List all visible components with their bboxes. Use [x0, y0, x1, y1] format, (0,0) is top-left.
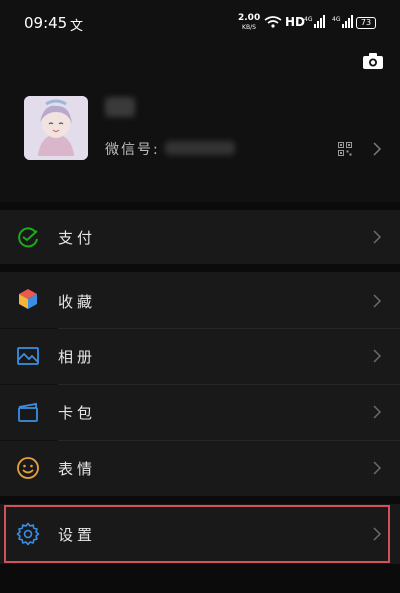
chevron-right-icon: [373, 349, 382, 363]
menu-label-favorites: 收藏: [58, 293, 97, 311]
group-divider: [0, 496, 400, 504]
wechat-id-label: 微信号:: [105, 142, 160, 158]
cards-icon: [18, 402, 38, 422]
menu-label-cards: 卡包: [58, 404, 97, 422]
group-divider: [0, 202, 400, 210]
settings-highlight-box: [4, 505, 390, 563]
nickname: [105, 97, 135, 117]
hd-badge: HD: [285, 15, 306, 29]
signal-4g-icon: 4G: [304, 15, 325, 28]
status-bar: 09:45 文 2.00 KB/S HD 4G 4G 73: [0, 0, 400, 46]
menu-item-album[interactable]: 相册: [0, 329, 400, 384]
chevron-right-icon: [373, 294, 382, 308]
status-time: 09:45: [24, 14, 68, 32]
avatar[interactable]: [24, 96, 88, 160]
svg-text:4G: 4G: [304, 16, 313, 23]
svg-text:4G: 4G: [332, 16, 341, 23]
avatar-image: [24, 96, 88, 160]
chevron-right-icon: [373, 230, 382, 244]
network-speed-value: 2.00: [238, 13, 261, 23]
network-speed-unit: KB/S: [242, 24, 256, 31]
menu-label-pay: 支付: [58, 229, 97, 247]
menu-item-pay[interactable]: 支付: [0, 210, 400, 264]
chevron-right-icon: [373, 405, 382, 419]
bottom-filler: [0, 564, 400, 593]
signal-4g-icon: 4G: [332, 15, 353, 28]
wifi-icon: [264, 16, 282, 28]
favorites-icon: [19, 289, 37, 309]
pay-icon: [18, 227, 38, 248]
menu-item-cards[interactable]: 卡包: [0, 385, 400, 440]
qr-code-icon[interactable]: [338, 142, 352, 156]
input-method-indicator: 文: [70, 19, 84, 34]
album-icon: [17, 347, 39, 365]
menu-item-favorites[interactable]: 收藏: [0, 272, 400, 328]
wechat-id-value: [165, 141, 235, 155]
stickers-icon: [17, 457, 39, 479]
camera-icon[interactable]: [362, 52, 384, 70]
chevron-right-icon: [373, 461, 382, 475]
battery-indicator: 73: [356, 17, 376, 29]
menu-label-album: 相册: [58, 348, 97, 366]
menu-label-stickers: 表情: [58, 460, 97, 478]
group-divider: [0, 264, 400, 272]
menu-item-stickers[interactable]: 表情: [0, 441, 400, 496]
network-speed: 2.00 KB/S: [238, 14, 260, 32]
chevron-right-icon[interactable]: [372, 141, 382, 157]
